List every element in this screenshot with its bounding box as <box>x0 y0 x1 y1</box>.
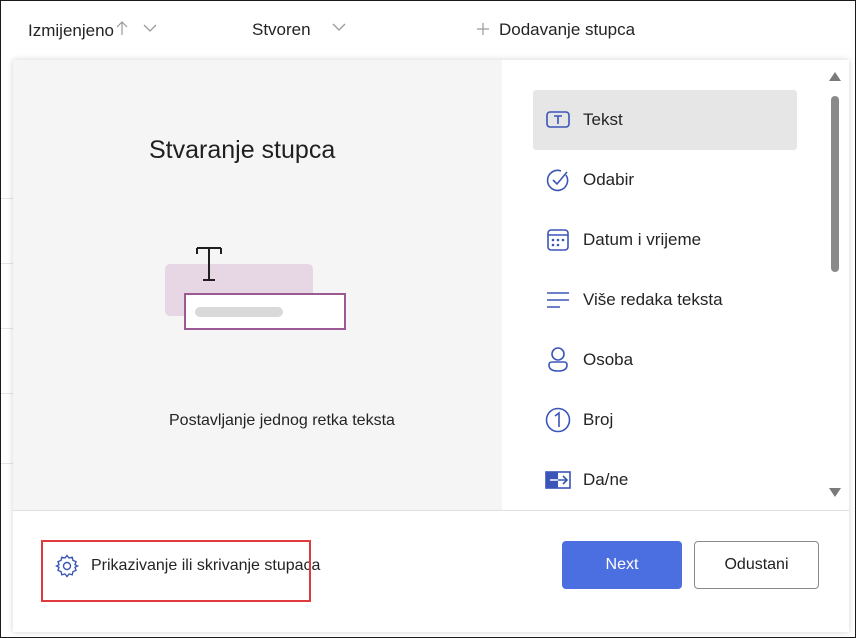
highlight-box <box>41 540 311 602</box>
column-header-modified[interactable]: Izmijenjeno <box>28 20 158 41</box>
add-column-button[interactable]: Dodavanje stupca <box>477 20 635 40</box>
footer-divider <box>13 510 849 511</box>
column-header-label: Stvoren <box>252 20 311 39</box>
column-type-label: Više redaka teksta <box>583 290 723 309</box>
column-type-number[interactable]: Broj <box>533 390 797 450</box>
column-type-label: Broj <box>583 410 614 429</box>
column-type-list: Tekst Odabir Datum i vrijeme Više redaka… <box>533 90 797 510</box>
column-type-label: Da/ne <box>583 470 629 489</box>
scroll-down-arrow-icon[interactable] <box>829 488 841 497</box>
column-type-label: Tekst <box>583 110 623 129</box>
list-header: Izmijenjeno Stvoren Dodavanje stupca <box>1 1 855 59</box>
scrollbar-thumb[interactable] <box>831 96 839 272</box>
text-column-illustration <box>163 240 363 345</box>
preview-pane: Stvaranje stupca Postavljanje jednog ret… <box>13 60 502 510</box>
multiline-text-icon <box>545 287 571 313</box>
column-type-label: Odabir <box>583 170 635 189</box>
yes-no-icon <box>545 467 571 493</box>
column-type-multiline-text[interactable]: Više redaka teksta <box>533 270 797 330</box>
create-column-dialog: Stvaranje stupca Postavljanje jednog ret… <box>13 60 849 632</box>
chevron-down-icon[interactable] <box>142 18 158 38</box>
dialog-title: Stvaranje stupca <box>149 136 336 164</box>
preview-caption: Postavljanje jednog retka teksta <box>169 412 395 429</box>
column-type-person[interactable]: Osoba <box>533 330 797 390</box>
column-type-date-time[interactable]: Datum i vrijeme <box>533 210 797 270</box>
plus-icon <box>477 20 489 40</box>
column-type-yes-no[interactable]: Da/ne <box>533 450 797 510</box>
chevron-down-icon[interactable] <box>331 17 347 37</box>
column-type-scrollbar[interactable] <box>827 68 845 502</box>
person-icon <box>545 347 571 373</box>
calendar-icon <box>545 227 571 253</box>
checkmark-circle-icon <box>545 167 571 193</box>
text-icon <box>545 107 571 133</box>
arrow-up-icon[interactable] <box>116 20 128 41</box>
add-column-label: Dodavanje stupca <box>499 20 636 39</box>
column-type-label: Osoba <box>583 350 634 369</box>
column-type-text[interactable]: Tekst <box>533 90 797 150</box>
next-button[interactable]: Next <box>562 541 682 589</box>
column-type-choice[interactable]: Odabir <box>533 150 797 210</box>
number-icon <box>545 407 571 433</box>
column-header-created[interactable]: Stvoren <box>252 20 347 40</box>
column-header-label: Izmijenjeno <box>28 20 114 40</box>
app-frame: Izmijenjeno Stvoren Dodavanje stupca Stv… <box>0 0 856 638</box>
scroll-up-arrow-icon[interactable] <box>829 72 841 81</box>
cancel-button[interactable]: Odustani <box>694 541 819 589</box>
column-type-label: Datum i vrijeme <box>583 230 702 249</box>
